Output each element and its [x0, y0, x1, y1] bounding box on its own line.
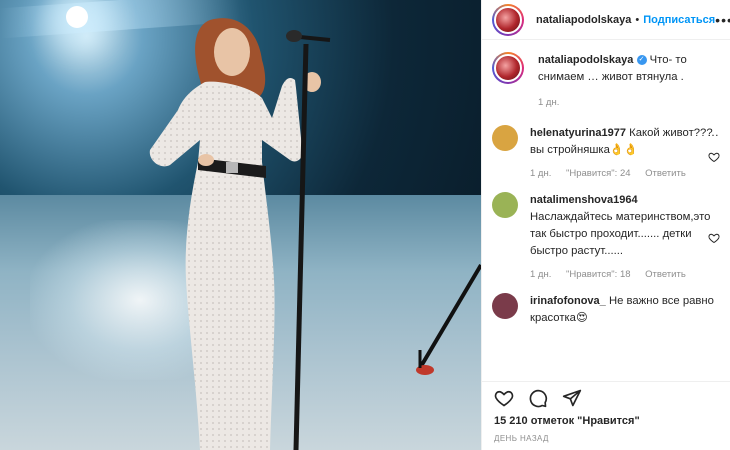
caption-time[interactable]: 1 дн.: [538, 97, 559, 108]
comment-time[interactable]: 1 дн.: [530, 168, 551, 179]
paper-plane-icon[interactable]: [562, 388, 582, 408]
post-sidebar: nataliapodolskaya • Подписаться ••• nata…: [481, 0, 730, 450]
comment-item: natalimenshova1964 Наслаждайтесь материн…: [492, 192, 720, 283]
commenter-username[interactable]: helenatyurina1977: [530, 127, 626, 139]
follow-button[interactable]: Подписаться: [643, 14, 715, 26]
commenter-avatar[interactable]: [492, 125, 518, 151]
reply-button[interactable]: Ответить: [645, 168, 686, 179]
reply-button[interactable]: Ответить: [645, 269, 686, 280]
comment-text: Наслаждайтесь материнством,это так быстр…: [530, 211, 711, 257]
heart-icon[interactable]: [494, 388, 514, 408]
comment-likes[interactable]: "Нравится": 24: [566, 168, 631, 179]
commenter-avatar[interactable]: [492, 293, 518, 319]
comment-heart-icon[interactable]: [708, 151, 720, 163]
post-photo[interactable]: [0, 0, 481, 450]
likes-count[interactable]: 15 210 отметок "Нравится": [482, 413, 730, 427]
comment-likes[interactable]: "Нравится": 18: [566, 269, 631, 280]
action-bar: [482, 381, 730, 413]
caption: nataliapodolskaya ✓ Что- то снимаем … жи…: [492, 52, 720, 111]
comment-time[interactable]: 1 дн.: [530, 269, 551, 280]
post-header: nataliapodolskaya • Подписаться •••: [482, 0, 730, 40]
caption-avatar[interactable]: [492, 52, 524, 84]
instagram-post: nataliapodolskaya • Подписаться ••• nata…: [0, 0, 730, 450]
post-date: ДЕНЬ НАЗАД: [494, 434, 549, 443]
verified-check-icon: ✓: [636, 55, 647, 66]
commenter-username[interactable]: irinafofonova_: [530, 295, 606, 307]
comment-item: irinafofonova_ Не важно все равно красот…: [492, 293, 720, 327]
author-username[interactable]: nataliapodolskaya: [536, 14, 631, 26]
author-avatar[interactable]: [492, 3, 524, 36]
comment-heart-icon[interactable]: [708, 232, 720, 244]
singer-figure: [149, 18, 481, 450]
comment-item: helenatyurina1977 Какой живот???вы строй…: [492, 125, 720, 182]
commenter-username[interactable]: natalimenshova1964: [530, 194, 638, 206]
more-options-icon[interactable]: •••: [715, 12, 730, 28]
separator-dot: •: [635, 13, 640, 26]
caption-username[interactable]: nataliapodolskaya: [538, 54, 633, 66]
comment-more-icon[interactable]: …: [707, 125, 720, 139]
comments-section: nataliapodolskaya ✓ Что- то снимаем … жи…: [482, 40, 730, 381]
comment-icon[interactable]: [528, 388, 548, 408]
commenter-avatar[interactable]: [492, 192, 518, 218]
